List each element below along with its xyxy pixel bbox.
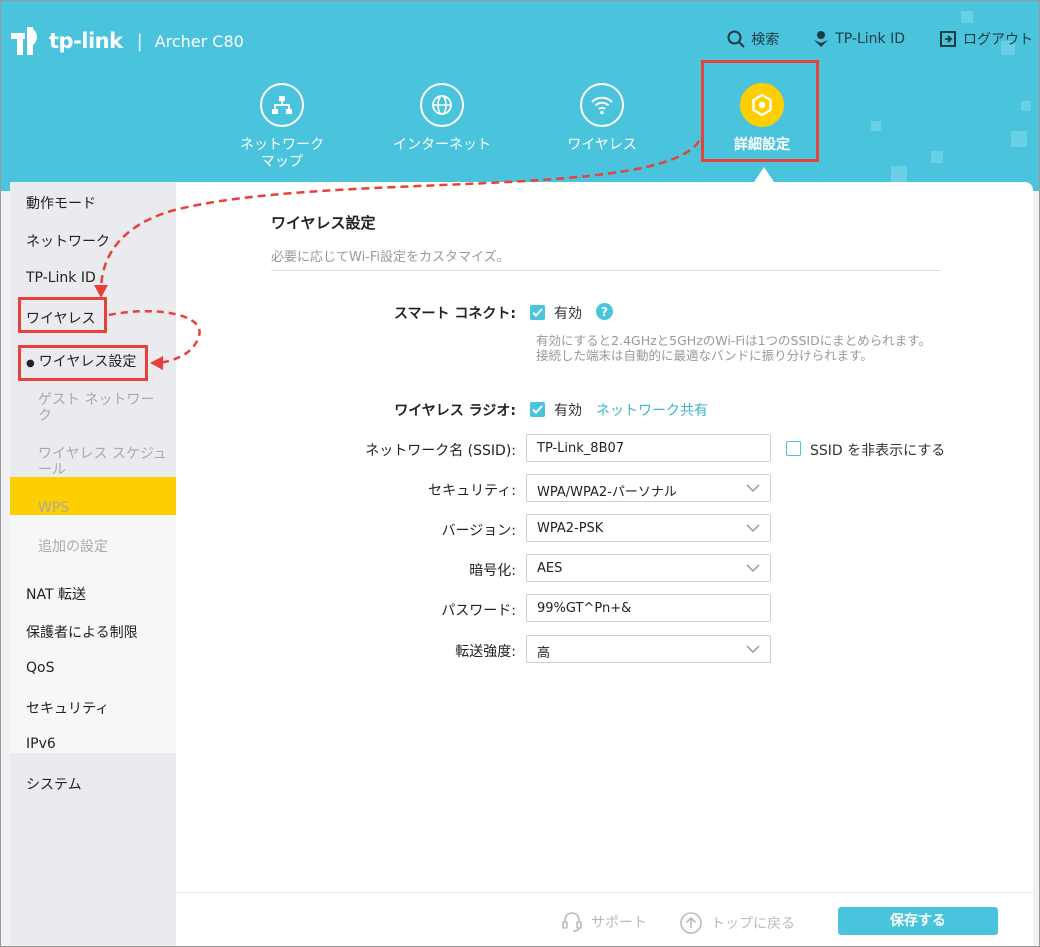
logout-link-label: ログアウト [963,32,1033,48]
chevron-down-icon [746,484,760,493]
tp-link-logo-icon [11,27,37,55]
wireless-radio-checkbox[interactable] [530,402,545,417]
check-icon [532,308,543,317]
tx-power-label: 転送強度: [455,644,516,660]
active-tab-pointer [754,167,774,182]
page-subtitle: 必要に応じてWi-Fi設定をカスタマイズ。 [271,250,510,265]
ssid-label: ネットワーク名 (SSID): [365,443,516,459]
sidebar-sub-guest-network[interactable]: ゲスト ネットワーク [38,392,168,424]
password-input[interactable]: 99%GT^Pn+& [526,594,771,622]
wireless-radio-enabled-label: 有効 [554,403,582,419]
encryption-select-value: AES [537,561,563,576]
sidebar-item-system[interactable]: システム [26,774,82,794]
security-label: セキュリティ: [428,483,516,499]
ssid-input[interactable]: TP-Link_8B07 [526,434,771,462]
advanced-tab-highlight [701,60,819,162]
logo: tp-link | Archer C80 [9,23,244,59]
wireless-settings-highlight [18,345,148,381]
arrow-up-circle-icon [680,912,702,934]
tplink-id-icon [814,31,829,47]
sidebar-active-bg [10,477,176,515]
chevron-down-icon [746,524,760,533]
headset-icon [562,912,582,932]
version-select[interactable]: WPA2-PSK [526,514,771,542]
tx-power-select[interactable]: 高 [526,635,771,663]
smart-connect-label: スマート コネクト: [393,306,516,322]
top-links: 検索 TP-Link ID ログアウト [693,29,1033,49]
hide-ssid-checkbox[interactable] [786,441,801,456]
sidebar-item-ipv6[interactable]: IPv6 [26,736,56,752]
globe-icon [432,95,452,115]
logout-icon [940,31,956,47]
tab-network-map[interactable]: ネットワーク マップ [222,83,342,171]
search-link[interactable]: 検索 [727,29,779,49]
title-divider [271,270,941,271]
app-window: tp-link | Archer C80 検索 TP-Link ID ログアウト [0,0,1040,947]
sidebar-sub-additional[interactable]: 追加の設定 [38,539,108,555]
header: tp-link | Archer C80 検索 TP-Link ID ログアウト [1,1,1039,191]
encryption-select[interactable]: AES [526,554,771,582]
security-select[interactable]: WPA/WPA2-パーソナル [526,474,771,502]
page-title: ワイヤレス設定 [271,214,376,232]
network-map-icon [272,96,292,114]
chevron-down-icon [746,564,760,573]
version-label: バージョン: [441,523,516,539]
search-link-label: 検索 [751,32,780,48]
wireless-item-highlight [18,297,107,333]
tx-power-select-value: 高 [537,646,551,661]
save-button[interactable]: 保存する [838,907,998,935]
sidebar-item-operation-mode[interactable]: 動作モード [26,193,96,213]
brand-separator: | [136,30,143,52]
password-label: パスワード: [441,603,516,619]
sidebar-sub-wps[interactable]: WPS [38,500,69,516]
sidebar-item-parental[interactable]: 保護者による制限 [26,622,138,642]
tab-network-map-label: ネットワーク マップ [240,137,324,170]
wireless-radio-label: ワイヤレス ラジオ: [394,403,516,419]
hide-ssid-label: SSID を非表示にする [810,443,946,459]
tab-wireless[interactable]: ワイヤレス [542,83,662,154]
back-to-top-button[interactable]: トップに戻る [679,911,795,935]
wifi-icon [591,96,613,115]
version-select-value: WPA2-PSK [537,521,604,536]
tplink-id-link-label: TP-Link ID [835,31,905,47]
chevron-down-icon [746,645,760,654]
network-sharing-link[interactable]: ネットワーク共有 [596,400,708,420]
sidebar-sub-wireless-schedule[interactable]: ワイヤレス スケジュール [38,446,168,478]
help-icon[interactable]: ? [596,303,613,320]
model-name: Archer C80 [154,31,244,51]
sidebar-item-security[interactable]: セキュリティ [26,698,109,718]
logout-link[interactable]: ログアウト [939,29,1033,49]
search-icon [727,30,745,48]
footer-bar: サポート トップに戻る 保存する [176,892,1033,946]
brand-name: tp-link [49,29,123,53]
check-icon [532,405,543,414]
tab-internet[interactable]: インターネット [382,83,502,154]
tab-internet-label: インターネット [393,137,491,153]
smart-connect-enabled-label: 有効 [554,306,582,322]
encryption-label: 暗号化: [469,563,516,579]
sidebar-item-nat[interactable]: NAT 転送 [26,584,86,604]
support-button[interactable]: サポート [561,911,647,933]
smart-connect-description: 有効にすると2.4GHzと5GHzのWi-Fiは1つのSSIDにまとめられます。… [536,333,931,363]
back-to-top-button-label: トップに戻る [711,916,795,932]
sidebar-item-tplink-id[interactable]: TP-Link ID [26,270,96,286]
tplink-id-link[interactable]: TP-Link ID [813,29,905,49]
tab-wireless-label: ワイヤレス [567,137,637,153]
main-nav: ネットワーク マップ インターネット ワイヤレス 詳細設定 [1,83,1039,183]
sidebar-item-network[interactable]: ネットワーク [26,231,110,251]
content-panel: ワイヤレス設定 必要に応じてWi-Fi設定をカスタマイズ。 スマート コネクト:… [176,182,1033,892]
security-select-value: WPA/WPA2-パーソナル [537,485,677,500]
sidebar-item-qos[interactable]: QoS [26,660,54,676]
support-button-label: サポート [591,915,647,931]
smart-connect-checkbox[interactable] [530,305,545,320]
